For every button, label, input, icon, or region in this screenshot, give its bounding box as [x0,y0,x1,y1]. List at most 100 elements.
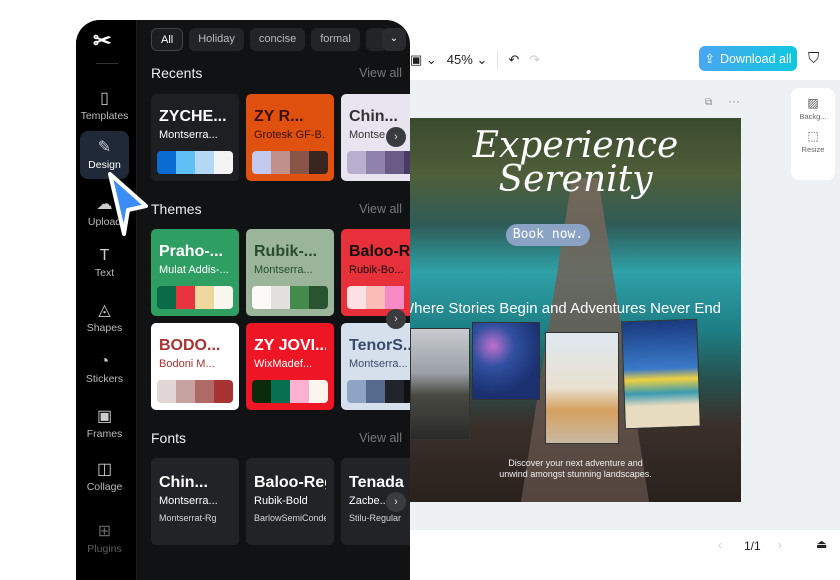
rail-label: Templates [80,110,129,122]
color-palette [347,286,410,309]
chevron-right-icon[interactable]: › [386,492,406,512]
chip-all[interactable]: All [151,28,184,51]
card-t1: Rubik-... [254,243,318,260]
stickers-icon: ◔ [99,353,110,370]
poster-description[interactable]: Discover your next adventure and unwind a… [410,458,741,480]
font-card[interactable]: Chin... Montserra... Montserrat-Rg [151,458,239,545]
color-swatch [176,380,195,403]
rail-item-frames[interactable]: ▣ Frames [80,400,129,448]
rail-label: Plugins [87,543,122,555]
collage-icon: ◫ [96,461,113,478]
color-swatch [309,380,328,403]
rail-item-stickers[interactable]: ◔ Stickers [80,347,129,395]
desc-line1: Discover your next adventure and [508,458,643,468]
theme-card[interactable]: ZY JOVI... WixMadef... [246,323,334,410]
background-label: Backg... [799,112,827,121]
divider [497,51,499,69]
chip-holiday[interactable]: Holiday [189,28,244,51]
card-t2: Mulat Addis-... [159,264,229,276]
color-swatch [347,151,366,174]
recents-heading: Recents [151,65,203,81]
card-t1: Baloo-Regul... [254,474,326,491]
card-t1: Tenada [349,474,404,491]
card-t3: BarlowSemiConden... [254,513,326,523]
next-page-icon[interactable]: › [778,538,782,552]
card-t1: Baloo-Regu... [349,243,410,260]
page-indicator: 1/1 [744,539,761,553]
card-t2: Montserra... [349,358,408,370]
photo-friends-jumping[interactable] [545,332,619,444]
chip-concise[interactable]: concise [249,28,306,51]
divider [96,63,118,64]
shapes-icon: ◬ [98,302,111,319]
card-t2: Rubik-Bold [254,495,308,507]
color-swatch [157,151,176,174]
design-canvas[interactable]: Experience Serenity Book now. Where Stor… [410,118,741,502]
fonts-view-all[interactable]: View all [359,431,402,445]
design-icon: ✎ [97,139,112,156]
rail-item-shapes[interactable]: ◬ Shapes [80,294,129,342]
photo-beach-umbrella[interactable] [621,318,701,430]
card-t1: BODO... [159,337,221,354]
theme-card[interactable]: TenorS... Montserra... [341,323,410,410]
undo-icon[interactable]: ↶ [508,52,519,68]
redo-icon[interactable]: ↷ [529,52,540,68]
rail-item-plugins[interactable]: ⊞ Plugins [80,515,129,563]
recent-card[interactable]: ZYCHE... Montserra... [151,94,239,181]
color-swatch [404,151,410,174]
card-t2: Montserra... [159,495,218,507]
background-button[interactable]: ▨ Backg... [791,88,835,121]
color-swatch [366,286,385,309]
color-swatch [195,380,214,403]
resize-button[interactable]: ⬚ Resize [791,121,835,154]
color-swatch [176,286,195,309]
side-tools: ▨ Backg... ⬚ Resize [791,88,835,180]
card-t2: Grotesk GF-B... [254,129,326,141]
rail-item-templates[interactable]: ▯ Templates [80,82,129,130]
card-t3: Montserrat-Rg [159,513,217,523]
font-card[interactable]: Baloo-Regul... Rubik-Bold BarlowSemiConden… [246,458,334,545]
expand-icon[interactable]: ⏏ [816,537,827,551]
color-swatch [195,151,214,174]
chevron-right-icon[interactable]: › [386,127,406,147]
chip-formal[interactable]: formal [311,28,360,51]
poster-title-line2[interactable]: Serenity [410,162,741,198]
color-swatch [271,151,290,174]
card-t2: Bodoni M... [159,358,215,370]
rail-item-text[interactable]: T Text [80,241,129,289]
theme-card[interactable]: Praho-... Mulat Addis-... [151,229,239,316]
upload-icon: ⇪ [704,52,715,66]
theme-card[interactable]: BODO... Bodoni M... [151,323,239,410]
card-t2: WixMadef... [254,358,313,370]
chevron-right-icon[interactable]: › [386,309,406,329]
more-icon[interactable]: ··· [728,94,740,108]
color-swatch [404,380,410,403]
download-all-button[interactable]: ⇪ Download all [699,46,797,71]
book-now-button[interactable]: Book now. [506,224,590,246]
layout-icon[interactable]: ▣ ⌄ [410,52,437,68]
color-swatch [290,286,309,309]
theme-card[interactable]: Rubik-... Montserra... [246,229,334,316]
poster-tagline[interactable]: Where Stories Begin and Adventures Never… [410,300,741,317]
resize-icon: ⬚ [807,129,819,143]
recents-view-all[interactable]: View all [359,66,402,80]
recent-card[interactable]: ZY R... Grotesk GF-B... [246,94,334,181]
prev-page-icon[interactable]: ‹ [718,538,722,552]
filter-chips: All Holiday concise formal [151,28,387,51]
zoom-select[interactable]: 45% ⌄ [447,52,488,68]
shield-icon[interactable]: ⛉ [808,50,819,67]
card-t1: ZY JOVI... [254,337,326,354]
themes-heading: Themes [151,201,202,217]
card-t1: ZY R... [254,108,304,125]
chevron-down-icon[interactable]: ⌄ [382,28,406,51]
duplicate-icon[interactable]: ⧉ [705,97,712,108]
theme-card[interactable]: Baloo-Regu... Rubik-Bo... [341,229,410,316]
rail-label: Stickers [85,373,124,385]
rail-item-collage[interactable]: ◫ Collage [80,453,129,501]
photo-fireworks[interactable] [472,322,540,400]
card-t1: TenorS... [349,337,410,354]
photo-beach-woman[interactable] [410,328,470,440]
pointer-cursor-icon [108,172,148,236]
color-palette [157,380,233,403]
themes-view-all[interactable]: View all [359,202,402,216]
